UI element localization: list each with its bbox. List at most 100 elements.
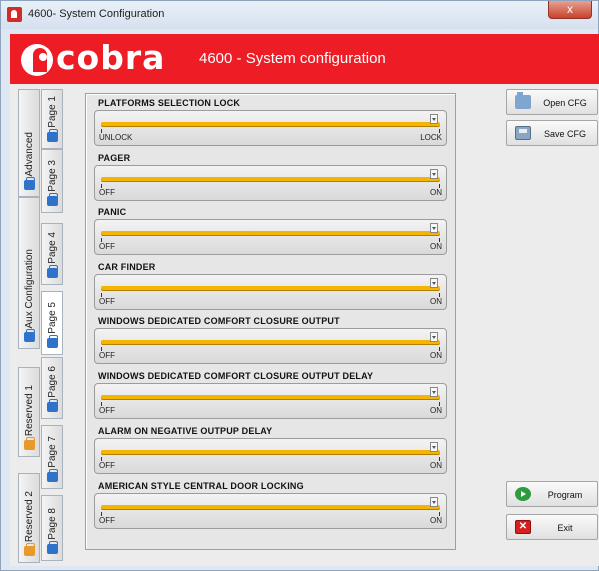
- slider-low-label: OFF: [99, 351, 115, 360]
- setting-slider[interactable]: OFF ON: [94, 274, 447, 310]
- tab-label: Reserved 2: [23, 490, 35, 542]
- setting-slider[interactable]: OFF ON: [94, 328, 447, 364]
- tab-label: Advanced: [23, 131, 35, 176]
- tab-label: Reserved 1: [23, 384, 35, 436]
- tab-page-7[interactable]: Page 7: [41, 425, 63, 489]
- slider-low-label: OFF: [99, 461, 115, 470]
- logo-text: cobra: [56, 38, 166, 77]
- settings-panel: PLATFORMS SELECTION LOCK UNLOCK LOCK PAG…: [85, 93, 456, 550]
- folder-icon: [46, 541, 58, 554]
- setting-slider[interactable]: OFF ON: [94, 383, 447, 419]
- setting-title: WINDOWS DEDICATED COMFORT CLOSURE OUTPUT…: [98, 371, 374, 381]
- folder-icon: [23, 329, 35, 342]
- tab-aux-configuration[interactable]: Aux Configuration: [18, 197, 40, 349]
- setting-slider[interactable]: OFF ON: [94, 438, 447, 474]
- setting-slider[interactable]: OFF ON: [94, 219, 447, 255]
- setting-title: AMERICAN STYLE CENTRAL DOOR LOCKING: [98, 481, 304, 491]
- tab-reserved-2[interactable]: Reserved 2: [18, 473, 40, 563]
- button-label: Save CFG: [543, 129, 586, 139]
- slider-thumb[interactable]: [430, 387, 438, 397]
- tab-page-8[interactable]: Page 8: [41, 495, 63, 561]
- button-label: Open CFG: [543, 98, 587, 108]
- tab-label: Page 5: [46, 302, 58, 334]
- folder-icon: [46, 469, 58, 482]
- slider-track[interactable]: [101, 177, 440, 181]
- setting-title: PLATFORMS SELECTION LOCK: [98, 98, 241, 108]
- setting-slider[interactable]: OFF ON: [94, 493, 447, 529]
- slider-track[interactable]: [101, 122, 440, 126]
- tab-label: Page 1: [46, 96, 58, 128]
- slider-thumb[interactable]: [430, 332, 438, 342]
- tab-label: Aux Configuration: [23, 248, 35, 329]
- setting-title: PANIC: [98, 207, 127, 217]
- slider-low-label: UNLOCK: [99, 133, 133, 142]
- slider-high-label: LOCK: [420, 133, 442, 142]
- folder-icon: [23, 437, 35, 450]
- tab-label: Page 8: [46, 508, 58, 540]
- exit-button[interactable]: ✕ Exit: [506, 514, 598, 540]
- slider-track[interactable]: [101, 450, 440, 454]
- header-title: 4600 - System configuration: [199, 50, 386, 67]
- close-button[interactable]: x: [548, 1, 592, 19]
- slider-thumb[interactable]: [430, 442, 438, 452]
- tab-page-6[interactable]: Page 6: [41, 357, 63, 419]
- slider-low-label: OFF: [99, 297, 115, 306]
- slider-low-label: OFF: [99, 242, 115, 251]
- slider-track[interactable]: [101, 286, 440, 290]
- tab-page-3[interactable]: Page 3: [41, 149, 63, 213]
- slider-low-label: OFF: [99, 188, 115, 197]
- slider-high-label: ON: [430, 242, 442, 251]
- setting-title: WINDOWS DEDICATED COMFORT CLOSURE OUTPUT: [98, 316, 340, 326]
- slider-high-label: ON: [430, 351, 442, 360]
- tab-label: Page 7: [46, 436, 58, 468]
- app-icon: [7, 7, 22, 22]
- slider-thumb[interactable]: [430, 223, 438, 233]
- slider-track[interactable]: [101, 505, 440, 509]
- slider-thumb[interactable]: [430, 278, 438, 288]
- setting-title: CAR FINDER: [98, 262, 156, 272]
- tab-label: Page 3: [46, 160, 58, 192]
- slider-low-label: OFF: [99, 516, 115, 525]
- program-button[interactable]: Program: [506, 481, 598, 507]
- tab-label: Page 6: [46, 366, 58, 398]
- slider-high-label: ON: [430, 188, 442, 197]
- tab-page-1[interactable]: Page 1: [41, 89, 63, 149]
- button-label: Program: [547, 490, 583, 500]
- app-header: cobra 4600 - System configuration: [10, 34, 599, 84]
- slider-thumb[interactable]: [430, 497, 438, 507]
- app-window: 4600- System Configuration x cobra 4600 …: [0, 0, 599, 571]
- cobra-logo-mark-icon: [21, 44, 53, 76]
- folder-icon: [46, 335, 58, 348]
- slider-high-label: ON: [430, 406, 442, 415]
- slider-high-label: ON: [430, 461, 442, 470]
- slider-track[interactable]: [101, 340, 440, 344]
- folder-icon: [46, 193, 58, 206]
- title-bar: 4600- System Configuration x: [1, 1, 598, 29]
- cobra-logo: cobra: [21, 38, 181, 77]
- setting-title: ALARM ON NEGATIVE OUTPUP DELAY: [98, 426, 273, 436]
- slider-thumb[interactable]: [430, 114, 438, 124]
- tab-page-5[interactable]: Page 5: [41, 291, 63, 355]
- tab-advanced[interactable]: Advanced: [18, 89, 40, 197]
- slider-track[interactable]: [101, 395, 440, 399]
- setting-slider[interactable]: OFF ON: [94, 165, 447, 201]
- folder-icon: [23, 543, 35, 556]
- button-label: Exit: [557, 523, 573, 533]
- folder-icon: [23, 177, 35, 190]
- window-title: 4600- System Configuration: [28, 8, 165, 20]
- setting-title: PAGER: [98, 153, 131, 163]
- folder-icon: [46, 265, 58, 278]
- slider-thumb[interactable]: [430, 169, 438, 179]
- save-cfg-button[interactable]: Save CFG: [506, 120, 598, 146]
- setting-slider[interactable]: UNLOCK LOCK: [94, 110, 447, 146]
- slider-high-label: ON: [430, 297, 442, 306]
- slider-track[interactable]: [101, 231, 440, 235]
- open-cfg-button[interactable]: Open CFG: [506, 89, 598, 115]
- folder-icon: [46, 129, 58, 142]
- slider-low-label: OFF: [99, 406, 115, 415]
- folder-icon: [46, 399, 58, 412]
- slider-high-label: ON: [430, 516, 442, 525]
- tab-page-4[interactable]: Page 4: [41, 223, 63, 285]
- tab-label: Page 4: [46, 232, 58, 264]
- tab-reserved-1[interactable]: Reserved 1: [18, 367, 40, 457]
